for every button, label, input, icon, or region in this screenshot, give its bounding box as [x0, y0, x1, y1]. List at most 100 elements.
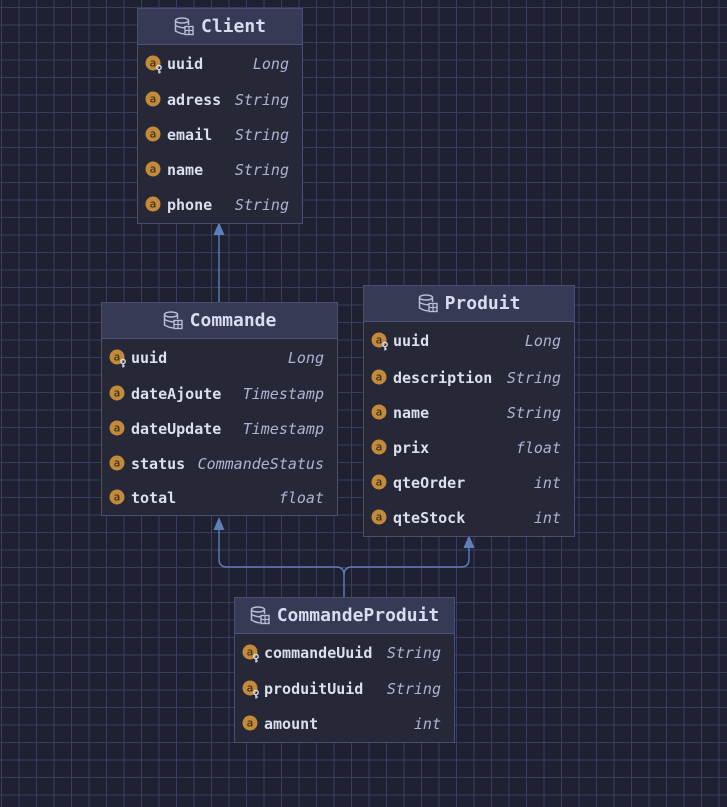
field-icon: a [371, 404, 387, 419]
field-type: String [386, 679, 441, 698]
key-field-icon: a [145, 55, 162, 73]
field-type: float [278, 489, 324, 507]
field-name: adress [167, 90, 222, 109]
svg-text:a: a [114, 386, 121, 399]
field-row[interactable]: a prix float [364, 430, 574, 465]
svg-text:a: a [150, 198, 157, 211]
field-type: String [506, 368, 561, 387]
field-type: String [386, 643, 441, 662]
field-icon: a [242, 715, 258, 731]
entity-produit[interactable]: Produit a uuid Long a description String… [363, 285, 575, 537]
entity-header: CommandeProduit [235, 598, 454, 634]
field-row[interactable]: a description String [364, 360, 574, 395]
entity-title: Produit [444, 293, 521, 314]
field-icon: a [371, 439, 387, 454]
field-name: prix [393, 438, 430, 457]
field-row[interactable]: a uuid Long [364, 322, 574, 360]
database-table-icon [418, 294, 438, 313]
svg-text:a: a [114, 421, 121, 434]
field-row[interactable]: a qteOrder int [364, 465, 574, 500]
svg-text:a: a [114, 350, 121, 363]
svg-text:a: a [376, 475, 383, 488]
field-type: float [515, 438, 561, 457]
field-icon: a [109, 455, 125, 470]
field-name: qteStock [393, 509, 466, 527]
key-field-icon: a [242, 644, 259, 662]
field-row[interactable]: a commandeUuid String [235, 634, 454, 671]
field-type: Timestamp [242, 384, 324, 403]
entity-header: Client [138, 9, 302, 45]
database-table-icon [163, 311, 183, 330]
field-name: qteOrder [393, 473, 466, 492]
field-name: commandeUuid [264, 643, 373, 662]
field-row[interactable]: a total float [102, 481, 337, 515]
field-row[interactable]: a email String [138, 117, 302, 152]
svg-text:a: a [376, 370, 383, 383]
entity-header: Commande [102, 303, 337, 339]
field-name: produitUuid [264, 679, 364, 698]
field-name: dateAjoute [131, 384, 222, 403]
entity-commandeproduit[interactable]: CommandeProduit a commandeUuid String a … [234, 597, 455, 743]
field-type: int [533, 473, 561, 492]
field-icon: a [145, 126, 161, 141]
svg-text:a: a [150, 92, 157, 105]
field-name: description [393, 368, 493, 387]
field-row[interactable]: a amount int [235, 706, 454, 742]
field-icon: a [145, 196, 161, 212]
entity-commande[interactable]: Commande a uuid Long a dateAjoute Timest… [101, 302, 338, 516]
field-name: dateUpdate [131, 419, 222, 438]
field-name: phone [167, 196, 213, 214]
field-row[interactable]: a dateUpdate Timestamp [102, 411, 337, 446]
entity-title: Commande [189, 310, 277, 331]
field-icon: a [109, 420, 125, 435]
field-icon: a [109, 385, 125, 400]
field-name: name [393, 403, 430, 422]
field-type: Long [287, 348, 324, 367]
field-icon: a [145, 91, 161, 106]
field-row[interactable]: a uuid Long [102, 339, 337, 376]
field-type: CommandeStatus [197, 454, 324, 473]
svg-text:a: a [247, 717, 254, 730]
field-row[interactable]: a produitUuid String [235, 671, 454, 706]
field-type: Long [252, 54, 289, 73]
field-type: int [533, 509, 561, 527]
key-field-icon: a [371, 332, 388, 351]
svg-text:a: a [150, 127, 157, 140]
field-icon: a [371, 509, 387, 525]
field-row[interactable]: a qteStock int [364, 500, 574, 536]
svg-text:a: a [376, 440, 383, 453]
field-icon: a [371, 369, 387, 384]
connector-commandeproduit-commande [218, 519, 345, 597]
field-name: total [131, 489, 177, 507]
field-type: Long [524, 332, 561, 350]
field-row[interactable]: a name String [364, 395, 574, 430]
entity-client[interactable]: Client a uuid Long a adress String a ema… [137, 8, 303, 224]
field-row[interactable]: a phone String [138, 187, 302, 223]
field-type: String [234, 125, 289, 144]
field-name: email [167, 125, 213, 144]
svg-text:a: a [247, 645, 254, 658]
field-icon: a [109, 489, 125, 505]
field-row[interactable]: a dateAjoute Timestamp [102, 376, 337, 411]
svg-text:a: a [247, 681, 254, 694]
field-name: name [167, 160, 204, 179]
field-type: String [506, 403, 561, 422]
arrowhead-commande [213, 517, 225, 530]
svg-text:a: a [150, 56, 157, 69]
field-type: String [234, 160, 289, 179]
field-row[interactable]: a uuid Long [138, 45, 302, 82]
database-table-icon [250, 606, 270, 625]
entity-title: CommandeProduit [276, 605, 440, 626]
field-row[interactable]: a adress String [138, 82, 302, 117]
entity-title: Client [200, 16, 267, 37]
connector-commandeproduit-produit [343, 537, 470, 576]
field-name: amount [264, 715, 319, 733]
field-row[interactable]: a status CommandeStatus [102, 446, 337, 481]
field-icon: a [371, 474, 387, 489]
svg-text:a: a [114, 456, 121, 469]
field-row[interactable]: a name String [138, 152, 302, 187]
field-name: uuid [393, 332, 430, 350]
database-table-icon [174, 17, 194, 36]
field-name: uuid [131, 348, 168, 367]
field-name: status [131, 454, 186, 473]
